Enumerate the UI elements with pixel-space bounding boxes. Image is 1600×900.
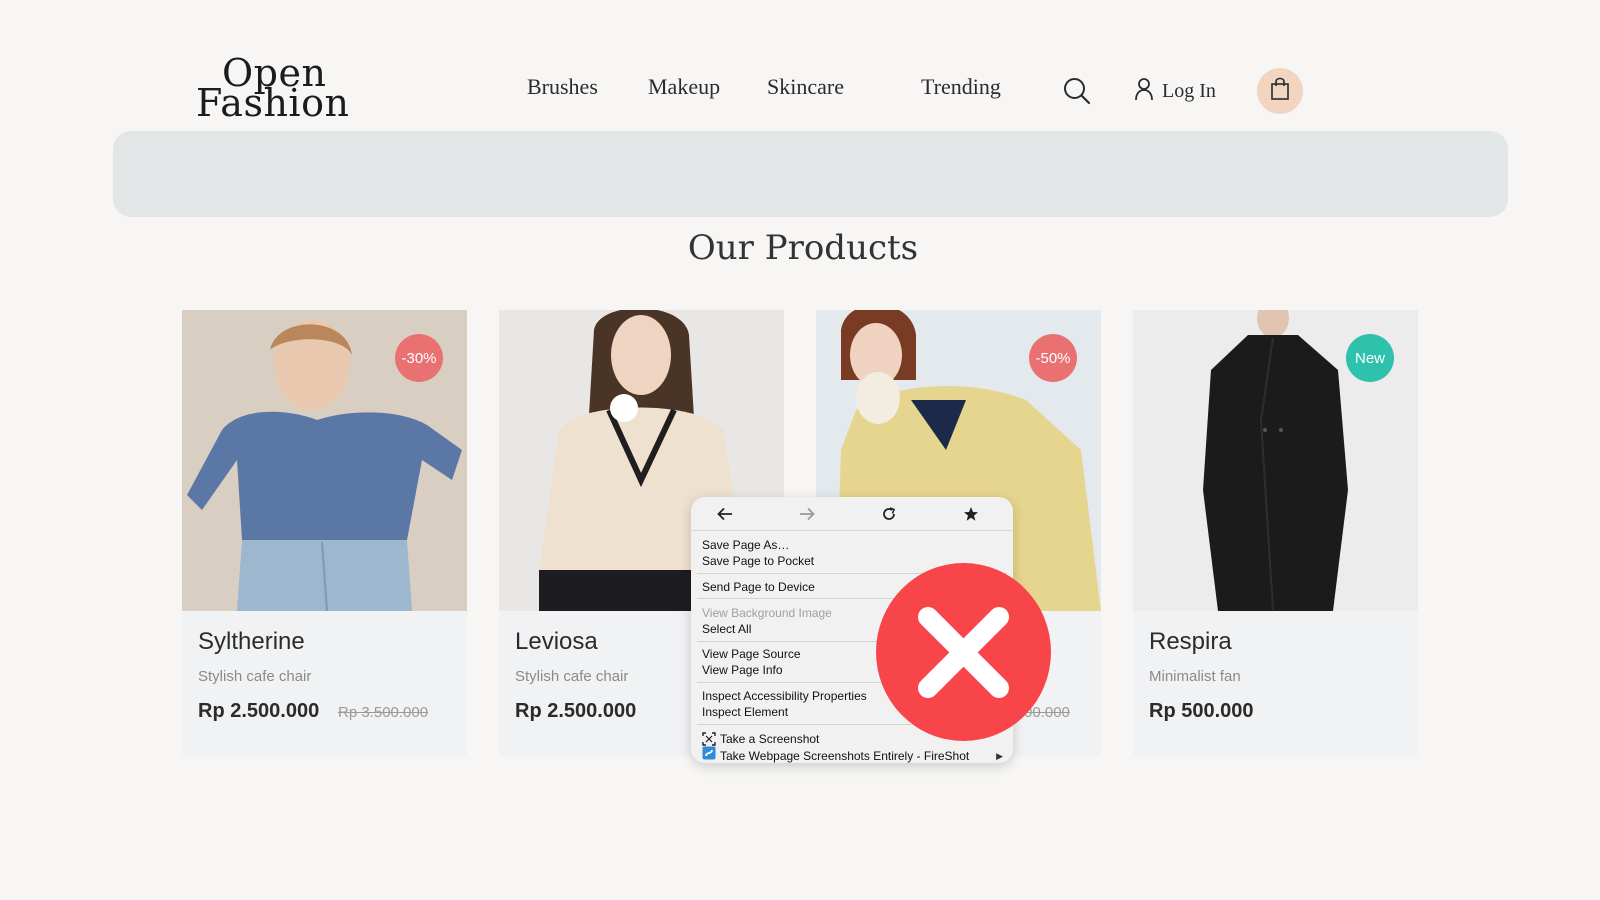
product-name: Respira bbox=[1149, 628, 1232, 655]
product-old-price: Rp 3.500.000 bbox=[338, 704, 429, 721]
product-price: Rp 2.500.000 bbox=[515, 700, 637, 722]
hero-banner bbox=[113, 131, 1508, 217]
menu-item-inspect-accessibility[interactable]: Inspect Accessibility Properties bbox=[702, 689, 867, 703]
forward-arrow-icon[interactable] bbox=[795, 503, 819, 525]
product-description: Stylish cafe chair bbox=[198, 668, 312, 685]
screenshot-icon bbox=[702, 732, 716, 746]
brand-logo-line2: Fashion bbox=[196, 81, 350, 125]
menu-item-take-screenshot[interactable]: Take a Screenshot bbox=[720, 732, 819, 746]
product-card[interactable]: -30% Syltherine Stylish cafe chair Rp 2.… bbox=[182, 310, 467, 756]
product-name: Leviosa bbox=[515, 628, 598, 655]
shopping-bag-icon bbox=[1270, 77, 1290, 106]
menu-item-view-page-source[interactable]: View Page Source bbox=[702, 647, 801, 661]
menu-item-fireshot[interactable]: Take Webpage Screenshots Entirely - Fire… bbox=[720, 749, 969, 763]
menu-item-view-page-info[interactable]: View Page Info bbox=[702, 663, 783, 677]
discount-badge: -50% bbox=[1029, 334, 1077, 382]
context-menu-toolbar bbox=[691, 497, 1013, 531]
product-description: Minimalist fan bbox=[1149, 668, 1241, 685]
menu-item-select-all[interactable]: Select All bbox=[702, 622, 751, 636]
section-title: Our Products bbox=[687, 228, 919, 268]
product-image: New bbox=[1133, 310, 1418, 611]
search-icon[interactable] bbox=[1062, 76, 1092, 106]
menu-item-send-to-device[interactable]: Send Page to Device bbox=[702, 580, 815, 594]
new-badge: New bbox=[1346, 334, 1394, 382]
product-name: Syltherine bbox=[198, 628, 305, 655]
product-price: Rp 2.500.000 bbox=[198, 700, 320, 722]
submenu-arrow-icon: ▶ bbox=[996, 751, 1003, 761]
nav-item-brushes[interactable]: Brushes bbox=[527, 74, 598, 100]
product-image: -30% bbox=[182, 310, 467, 611]
login-button[interactable]: Log In bbox=[1134, 77, 1216, 105]
cart-button[interactable] bbox=[1257, 68, 1303, 114]
error-x-icon[interactable] bbox=[876, 563, 1051, 741]
product-card[interactable]: New Respira Minimalist fan Rp 500.000 bbox=[1133, 310, 1418, 756]
site-header: Open Fashion Brushes Makeup Skincare Tre… bbox=[0, 0, 1600, 130]
nav-item-skincare[interactable]: Skincare bbox=[767, 74, 844, 100]
menu-item-view-background-image: View Background Image bbox=[702, 606, 832, 620]
discount-badge: -30% bbox=[395, 334, 443, 382]
menu-item-save-page-as[interactable]: Save Page As… bbox=[702, 538, 789, 552]
bookmark-star-icon[interactable] bbox=[959, 503, 983, 525]
back-arrow-icon[interactable] bbox=[713, 503, 737, 525]
fireshot-icon bbox=[702, 746, 716, 760]
product-description: Stylish cafe chair bbox=[515, 668, 629, 685]
nav-item-makeup[interactable]: Makeup bbox=[648, 74, 720, 100]
brand-logo[interactable]: Open Fashion bbox=[196, 54, 366, 125]
menu-item-save-to-pocket[interactable]: Save Page to Pocket bbox=[702, 554, 814, 568]
login-label: Log In bbox=[1162, 79, 1216, 102]
product-price: Rp 500.000 bbox=[1149, 700, 1254, 722]
user-icon bbox=[1134, 77, 1154, 106]
nav-item-trending[interactable]: Trending bbox=[921, 74, 1001, 100]
menu-item-inspect-element[interactable]: Inspect Element bbox=[702, 705, 788, 719]
reload-icon[interactable] bbox=[877, 503, 901, 525]
